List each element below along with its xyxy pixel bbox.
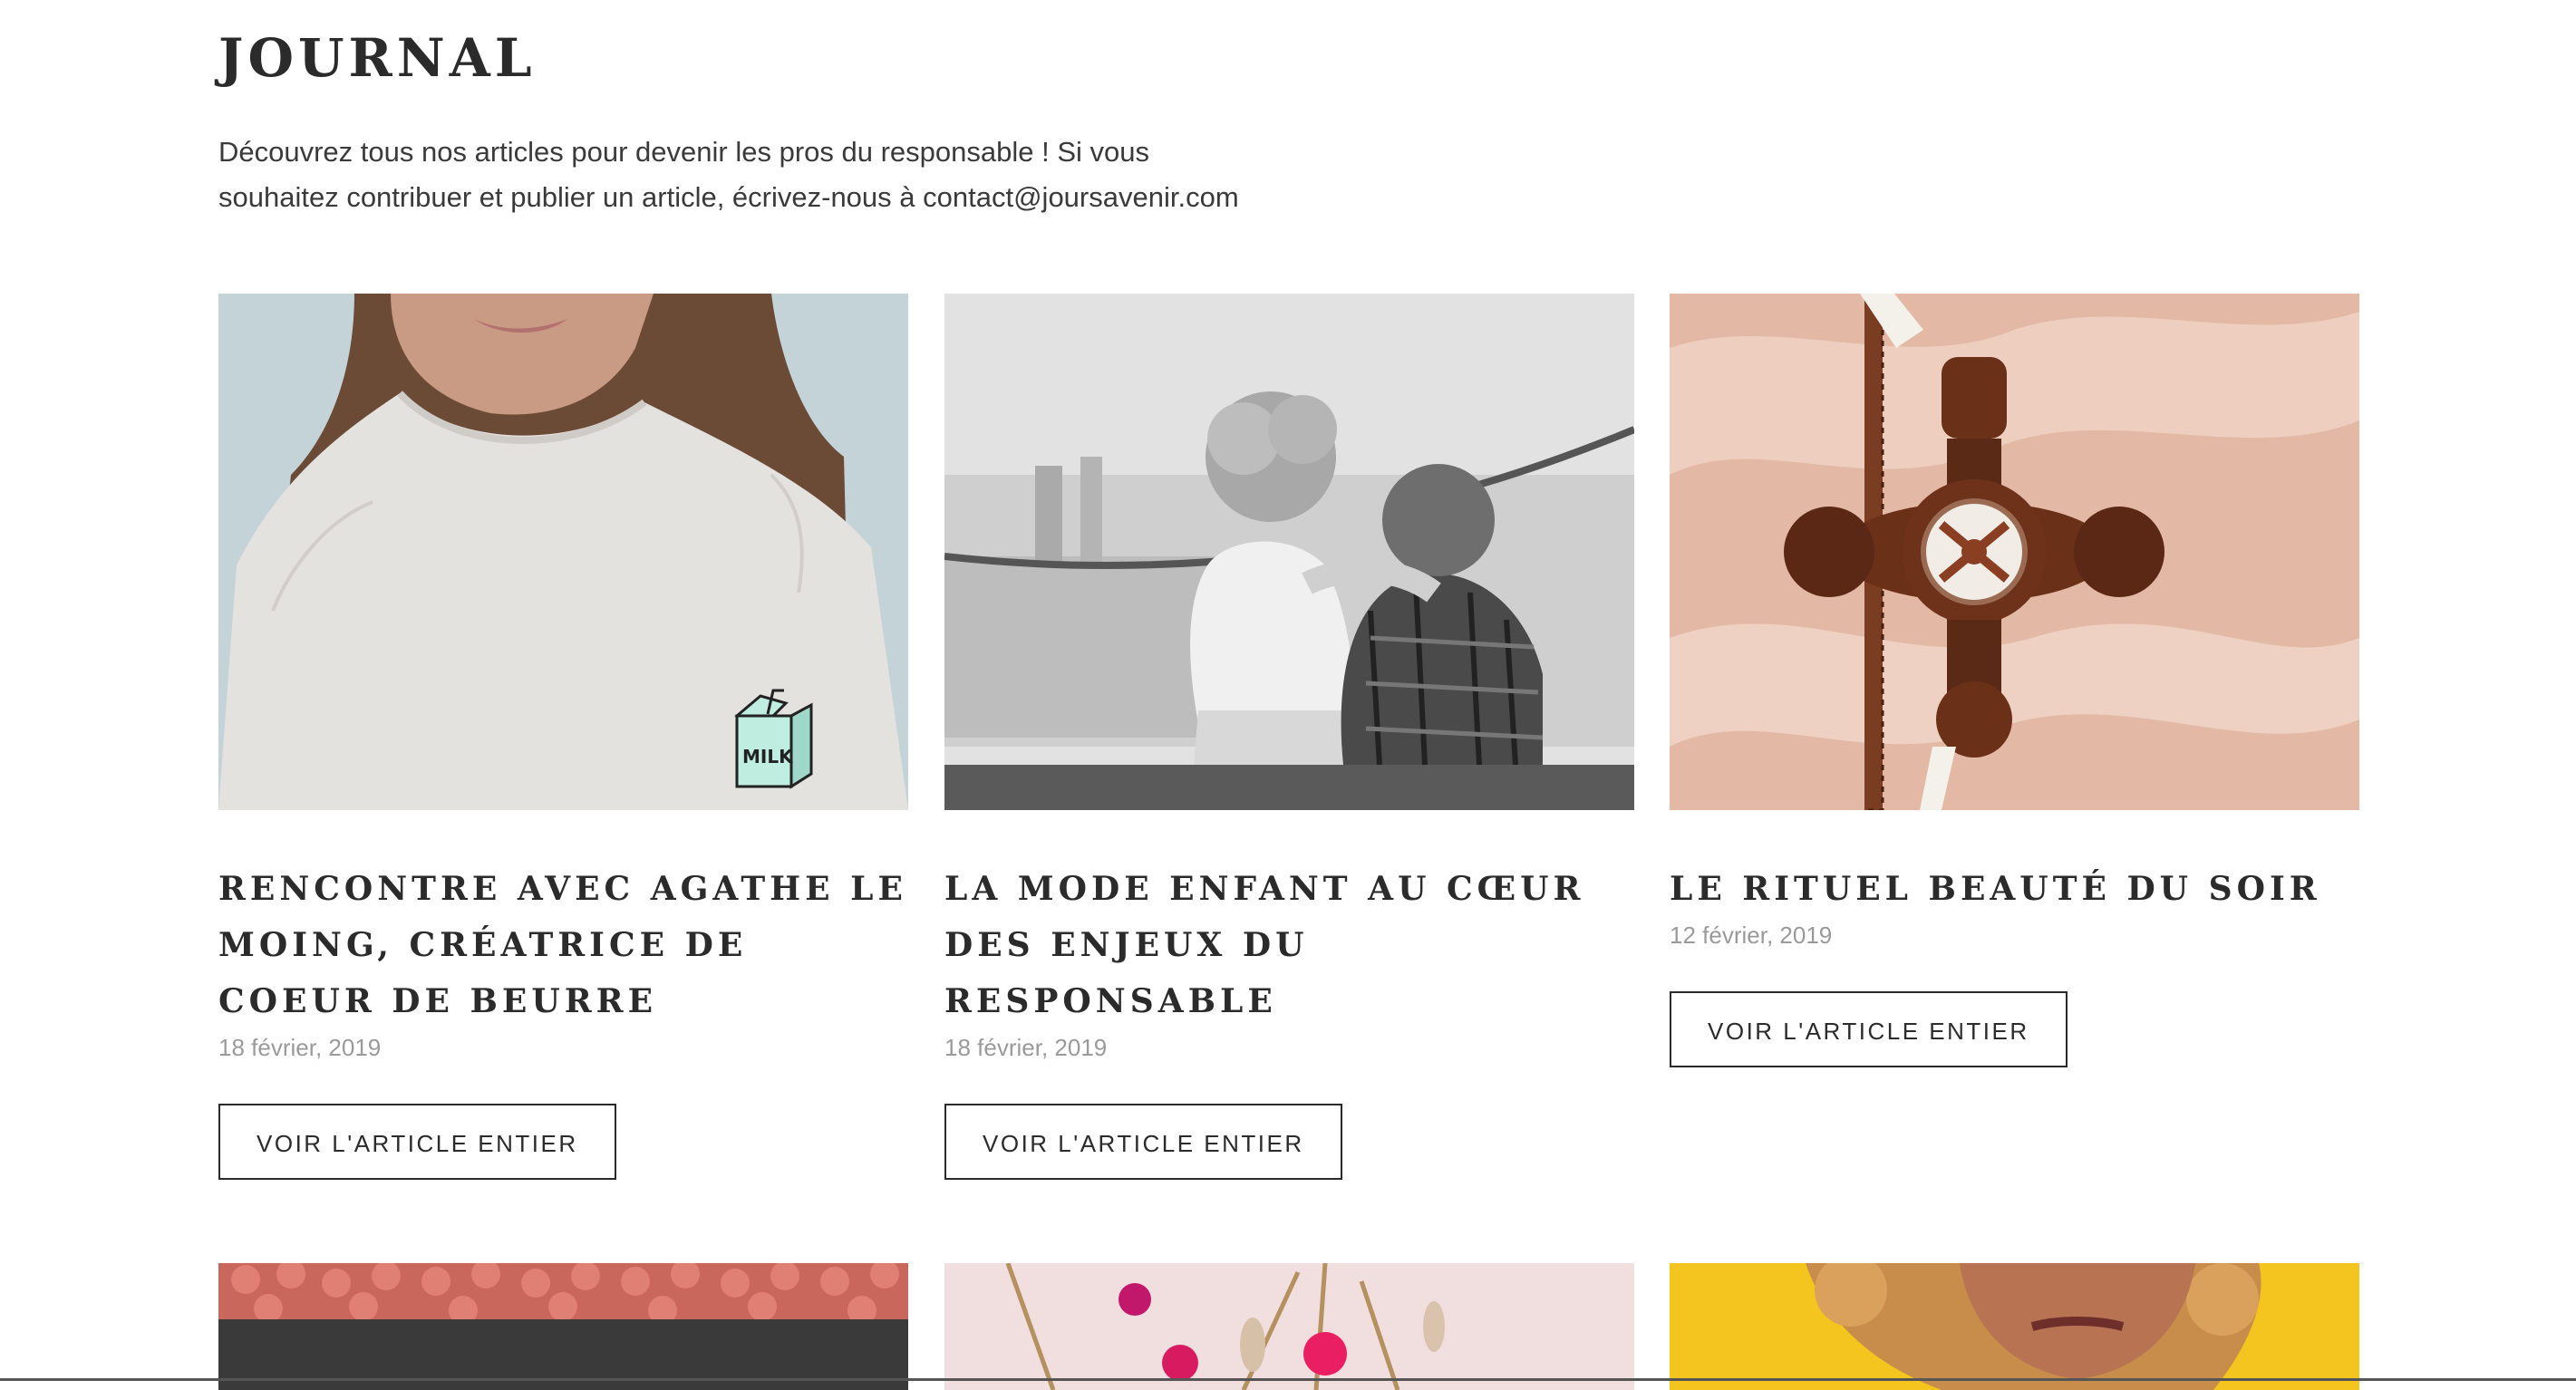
article-date-2: 18 février, 2019 xyxy=(944,1034,1108,1061)
article-image-5[interactable] xyxy=(944,1263,1634,1390)
intro-line-1: Découvrez tous nos articles pour devenir… xyxy=(218,136,1149,168)
article-card-2: LA MODE ENFANT AU CŒUR DES ENJEUX DU RES… xyxy=(944,294,1634,1180)
article-image-2[interactable] xyxy=(944,294,1634,810)
article-date-1: 18 février, 2019 xyxy=(218,1034,382,1061)
article-image-3[interactable] xyxy=(1670,294,2359,810)
article-title-1[interactable]: RENCONTRE AVEC AGATHE LE MOING, CRÉATRIC… xyxy=(218,861,908,1029)
article-date-3: 12 février, 2019 xyxy=(1670,922,1833,949)
article-image-4[interactable] xyxy=(218,1263,908,1390)
article-card-1: MILK RENCONTRE AVEC AGATHE LE MOING, CRÉ… xyxy=(218,294,908,1180)
article-card-3: LE RITUEL BEAUTÉ DU SOIR 12 février, 201… xyxy=(1670,294,2359,1067)
article-image-6[interactable] xyxy=(1670,1263,2359,1390)
page-title: JOURNAL xyxy=(218,27,537,89)
intro-line-2: souhaitez contribuer et publier un artic… xyxy=(218,181,1239,213)
svg-text:MILK: MILK xyxy=(742,746,794,767)
article-image-1[interactable]: MILK xyxy=(218,294,908,810)
read-article-button-1[interactable]: VOIR L'ARTICLE ENTIER xyxy=(218,1104,616,1180)
article-title-2[interactable]: LA MODE ENFANT AU CŒUR DES ENJEUX DU RES… xyxy=(944,861,1634,1029)
read-article-button-2[interactable]: VOIR L'ARTICLE ENTIER xyxy=(944,1104,1342,1180)
read-article-button-3[interactable]: VOIR L'ARTICLE ENTIER xyxy=(1670,991,2068,1067)
article-title-3[interactable]: LE RITUEL BEAUTÉ DU SOIR xyxy=(1670,861,2359,917)
intro-text: Découvrez tous nos articles pour devenir… xyxy=(218,130,1397,220)
